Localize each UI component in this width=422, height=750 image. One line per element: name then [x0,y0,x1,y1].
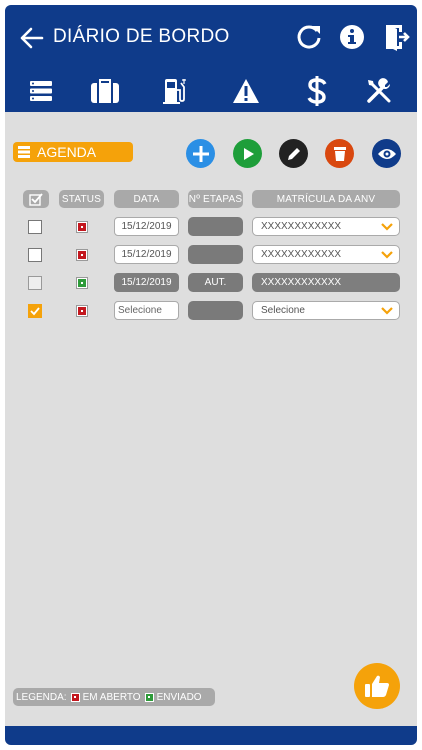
date-field[interactable]: 15/12/2019 [114,217,179,236]
etapas-field[interactable] [188,217,243,236]
dollar-icon [307,76,327,106]
matricula-value: XXXXXXXXXXXX [261,249,342,260]
agenda-tag: AGENDA [13,142,133,162]
app-screen: DIÁRIO DE BORDO AGENDA STATUS DATA Nº ET… [5,5,417,745]
date-field[interactable]: 15/12/2019 [114,245,179,264]
status-open-indicator [76,221,88,233]
table-row[interactable]: Selecione Selecione [5,300,417,322]
legend-sent-swatch [144,692,154,702]
app-header: DIÁRIO DE BORDO [5,5,417,112]
app-footer [5,726,417,745]
plus-icon [192,145,209,162]
fuel-pump-icon [163,79,186,104]
table-row[interactable]: 15/12/2019 XXXXXXXXXXXX [5,216,417,238]
matricula-value: Selecione [261,305,305,316]
row-checkbox[interactable] [28,248,42,262]
legend-open-label: EM ABERTO [82,691,141,703]
matricula-value: XXXXXXXXXXXX [252,273,400,292]
legend-open-swatch [70,692,80,702]
list-icon [18,146,30,158]
column-header-status: STATUS [59,190,104,208]
matricula-value: XXXXXXXXXXXX [261,221,342,232]
date-field[interactable]: Selecione [114,301,179,320]
status-open-indicator [76,249,88,261]
delete-button[interactable] [325,139,354,168]
matricula-select[interactable]: XXXXXXXXXXXX [252,217,400,236]
chevron-down-icon [381,307,393,315]
trash-icon [333,146,346,161]
tab-bar [5,73,417,113]
column-header-data: DATA [114,190,179,208]
tab-list[interactable] [21,73,61,109]
tools-icon [367,78,391,103]
info-icon[interactable] [337,22,367,52]
row-checkbox[interactable] [28,276,42,290]
status-open-indicator [76,305,88,317]
table-row[interactable]: 15/12/2019 AUT. XXXXXXXXXXXX [5,272,417,294]
legend-label: LEGENDA: [16,691,67,703]
column-header-matricula: MATRÍCULA DA ANV [252,190,400,208]
play-icon [243,147,254,160]
checkmark-icon [30,307,40,316]
page-title: DIÁRIO DE BORDO [53,26,230,47]
status-sent-indicator [76,277,88,289]
warning-icon [233,79,259,103]
table-row[interactable]: 15/12/2019 XXXXXXXXXXXX [5,244,417,266]
add-button[interactable] [186,139,215,168]
pencil-icon [287,147,300,160]
edit-button[interactable] [279,139,308,168]
suitcase-icon [91,79,119,103]
tab-costs[interactable] [297,73,337,109]
tab-luggage[interactable] [85,73,125,109]
legend: LEGENDA: EM ABERTO ENVIADO [13,688,215,706]
date-field: 15/12/2019 [114,273,179,292]
chevron-down-icon [381,251,393,259]
tab-fuel[interactable] [155,73,195,109]
refresh-icon[interactable] [294,22,324,52]
exit-icon[interactable] [382,22,412,52]
legend-sent-label: ENVIADO [156,691,202,703]
chevron-down-icon [381,223,393,231]
agenda-label: AGENDA [37,144,97,160]
etapas-field[interactable] [188,245,243,264]
row-checkbox[interactable] [28,304,42,318]
confirm-button[interactable] [354,663,400,709]
matricula-select[interactable]: XXXXXXXXXXXX [252,245,400,264]
list-icon [30,81,52,101]
eye-icon [377,148,396,159]
checkbox-checked-icon [29,192,43,206]
etapas-field: AUT. [188,273,243,292]
tab-tools[interactable] [359,73,399,109]
view-button[interactable] [372,139,401,168]
tab-alerts[interactable] [226,73,266,109]
play-button[interactable] [233,139,262,168]
matricula-select[interactable]: Selecione [252,301,400,320]
thumbs-up-icon [365,675,389,697]
etapas-field[interactable] [188,301,243,320]
back-arrow-icon[interactable] [19,25,45,51]
row-checkbox[interactable] [28,220,42,234]
select-all-checkbox[interactable] [23,190,49,208]
column-header-etapas: Nº ETAPAS [188,190,243,208]
